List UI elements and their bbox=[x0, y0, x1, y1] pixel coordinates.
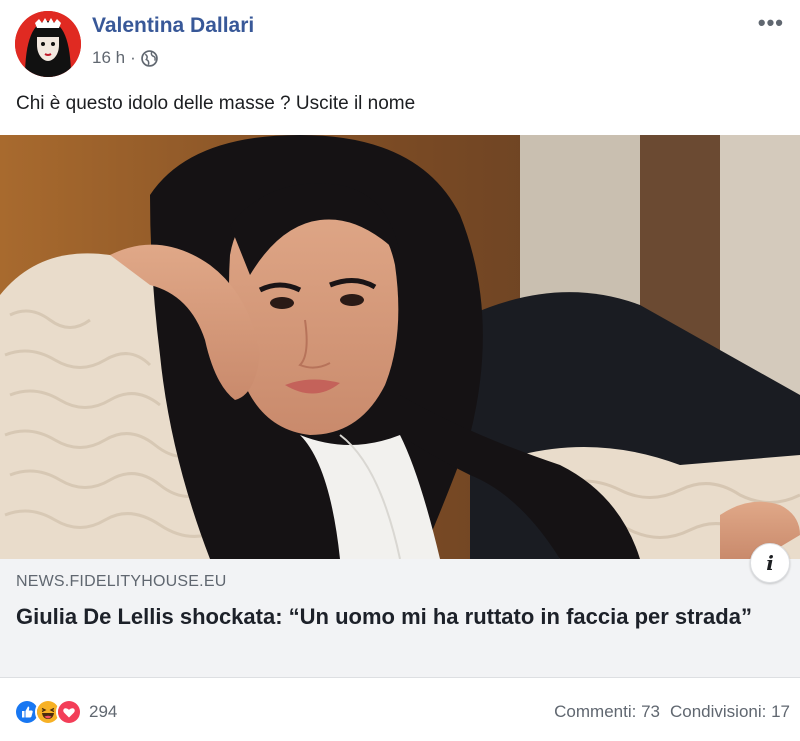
post-header: Valentina Dallari 16 h · ••• bbox=[0, 0, 800, 80]
post-text: Chi è questo idolo delle masse ? Uscite … bbox=[16, 93, 416, 114]
more-options-icon[interactable]: ••• bbox=[758, 12, 784, 34]
reactions-summary[interactable]: 294 bbox=[14, 699, 117, 725]
shares-count-link[interactable]: Condivisioni: 17 bbox=[670, 702, 790, 722]
info-icon[interactable]: i bbox=[750, 543, 790, 583]
link-preview-image[interactable] bbox=[0, 135, 800, 559]
love-icon bbox=[56, 699, 82, 725]
meta-separator: · bbox=[130, 48, 136, 67]
post-footer: 294 Commenti: 73 Condivisioni: 17 bbox=[0, 680, 800, 741]
globe-icon[interactable] bbox=[140, 49, 158, 67]
author-name[interactable]: Valentina Dallari bbox=[92, 14, 254, 38]
link-domain: NEWS.FIDELITYHOUSE.EU bbox=[16, 573, 227, 590]
engagement-stats: Commenti: 73 Condivisioni: 17 bbox=[554, 702, 790, 722]
reaction-count: 294 bbox=[89, 702, 118, 721]
post-meta: 16 h · bbox=[92, 48, 158, 68]
post-time[interactable]: 16 h bbox=[92, 48, 125, 68]
link-card[interactable]: NEWS.FIDELITYHOUSE.EU Giulia De Lellis s… bbox=[0, 543, 800, 678]
author-avatar[interactable] bbox=[15, 11, 81, 77]
comments-count-link[interactable]: Commenti: 73 bbox=[554, 702, 660, 722]
link-headline[interactable]: Giulia De Lellis shockata: “Un uomo mi h… bbox=[16, 601, 786, 632]
